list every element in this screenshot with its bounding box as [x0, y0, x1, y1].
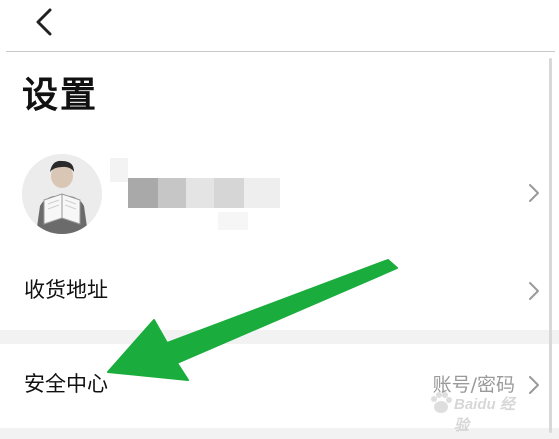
watermark-text: Baidu 经验: [454, 396, 515, 434]
paw-logo-icon: [431, 392, 452, 413]
baidu-watermark: Baidu 经验: [428, 384, 528, 434]
profile-row[interactable]: [0, 148, 559, 244]
nav-divider: [6, 51, 555, 52]
chevron-left-icon: [36, 8, 52, 36]
chevron-right-icon: [529, 282, 539, 300]
page-title: 设置: [22, 75, 99, 116]
nav-bar: [0, 0, 559, 52]
chevron-right-icon: [529, 184, 539, 202]
chevron-right-icon: [529, 376, 539, 394]
section-divider: [0, 330, 559, 344]
user-reading-avatar: [22, 154, 102, 234]
back-button[interactable]: [28, 4, 60, 40]
scrollbar[interactable]: [549, 58, 552, 433]
settings-screen: 设置 收货地址 安全中心 账号/密码 Baidu 经验: [0, 0, 559, 439]
blurred-username: [108, 156, 288, 236]
avatar[interactable]: [22, 154, 102, 234]
address-label: 收货地址: [24, 278, 108, 302]
security-center-label: 安全中心: [24, 372, 108, 396]
address-row[interactable]: 收货地址: [0, 262, 559, 320]
